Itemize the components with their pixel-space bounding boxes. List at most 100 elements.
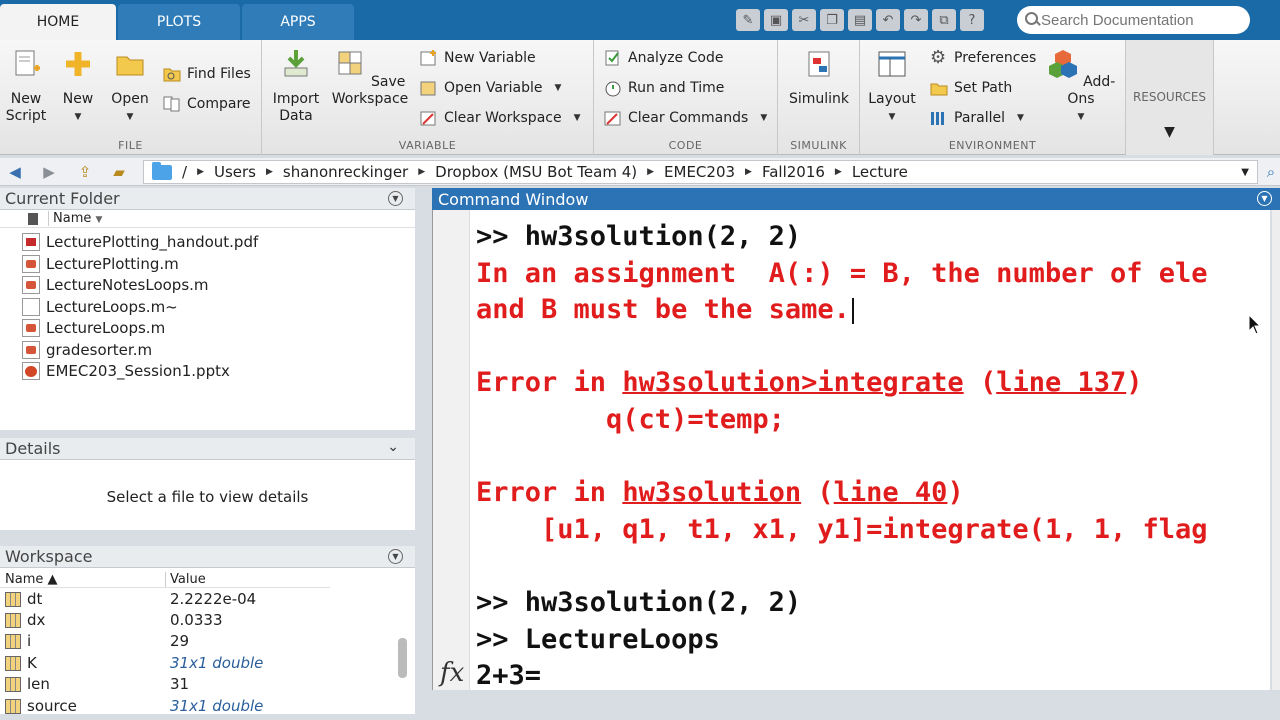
name-column-header[interactable]: Name ▼ <box>48 211 102 226</box>
command-window[interactable]: >> hw3solution(2, 2) In an assignment A(:… <box>432 210 1270 690</box>
environment-group-label: ENVIRONMENT <box>948 139 1037 152</box>
new-button[interactable]: New ▼ <box>58 48 98 126</box>
workspace-row[interactable]: dx 0.0333 <box>5 610 395 631</box>
quick-access-toolbar: ✎ ▣ ✂ ❐ ▤ ↶ ↷ ⧉ ? <box>736 8 984 32</box>
variable-icon <box>5 612 21 628</box>
tab-home[interactable]: HOME <box>0 4 116 40</box>
redo-icon[interactable]: ↷ <box>904 9 928 31</box>
search-icon <box>1023 11 1041 29</box>
copy-icon[interactable]: ❐ <box>820 9 844 31</box>
forward-arrow-icon[interactable]: ▶ <box>36 162 62 182</box>
resources-label: RESOURCES <box>1132 90 1207 104</box>
layout-button[interactable]: Layout ▼ <box>868 48 916 126</box>
file-row[interactable]: LectureLoops.m~ <box>22 296 178 317</box>
chevron-right-icon: ▶ <box>745 167 752 177</box>
chevron-down-icon[interactable]: ▼ <box>760 113 767 123</box>
new-variable-button[interactable]: New Variable <box>420 46 536 70</box>
file-row[interactable]: LecturePlotting.m <box>22 253 179 274</box>
analyze-code-button[interactable]: Analyze Code <box>604 46 723 70</box>
command-window-header: Command Window ▼ <box>432 188 1280 210</box>
chevron-down-icon[interactable]: ▼ <box>555 83 562 93</box>
file-row[interactable]: LecturePlotting_handout.pdf <box>22 231 258 252</box>
workspace-row[interactable]: i 29 <box>5 631 395 652</box>
new-script-button[interactable]: New Script <box>4 48 48 125</box>
chevron-down-icon[interactable]: ▼ <box>1017 113 1024 123</box>
error-link[interactable]: line 40 <box>834 477 948 508</box>
run-and-time-button[interactable]: Run and Time <box>604 76 724 100</box>
m-file-icon <box>22 340 40 359</box>
compare-button[interactable]: Compare <box>163 92 251 116</box>
pdf-file-icon <box>22 232 40 251</box>
path-segment[interactable]: EMEC203 <box>664 163 735 181</box>
clear-workspace-button[interactable]: Clear Workspace ▼ <box>420 106 581 130</box>
preferences-label: Preferences <box>954 50 1037 66</box>
open-variable-button[interactable]: Open Variable ▼ <box>420 76 561 100</box>
undo-icon[interactable]: ↶ <box>876 9 900 31</box>
details-header[interactable]: Details ⌄ <box>0 438 415 460</box>
workspace-scrollbar[interactable] <box>398 638 407 678</box>
paste-icon[interactable]: ▤ <box>848 9 872 31</box>
workspace-column-header[interactable]: Name ▲ Value <box>0 572 330 588</box>
panel-menu-icon[interactable]: ▼ <box>1257 191 1272 206</box>
set-path-icon <box>930 83 948 96</box>
workspace-row[interactable]: dt 2.2222e-04 <box>5 589 395 610</box>
error-link[interactable]: line 137 <box>996 367 1126 398</box>
open-variable-label: Open Variable <box>444 80 543 96</box>
command-window-scrollbar[interactable] <box>1272 210 1280 690</box>
tab-apps[interactable]: APPS <box>242 4 354 40</box>
search-input[interactable] <box>1041 11 1241 29</box>
file-row[interactable]: LectureNotesLoops.m <box>22 274 209 295</box>
panel-menu-icon[interactable]: ▼ <box>388 191 403 206</box>
find-files-button[interactable]: Find Files <box>163 62 251 86</box>
file-row[interactable]: LectureLoops.m <box>22 317 165 338</box>
clear-commands-button[interactable]: Clear Commands ▼ <box>604 106 767 130</box>
resources-group[interactable]: RESOURCES ▼ <box>1126 40 1214 155</box>
workspace-row[interactable]: K 31x1 double <box>5 653 395 674</box>
set-path-button[interactable]: Set Path <box>930 76 1012 100</box>
parallel-button[interactable]: Parallel ▼ <box>930 106 1024 130</box>
preferences-button[interactable]: ⚙ Preferences <box>930 46 1036 70</box>
file-row[interactable]: EMEC203_Session1.pptx <box>22 360 230 381</box>
gear-icon: ⚙ <box>930 47 947 68</box>
path-root[interactable]: / <box>182 163 187 181</box>
path-segment[interactable]: Lecture <box>852 163 908 181</box>
new-file-icon[interactable]: ✎ <box>736 9 760 31</box>
path-history-dropdown-icon[interactable]: ▼ <box>1241 167 1249 178</box>
tab-plots[interactable]: PLOTS <box>118 4 240 40</box>
chevron-down-icon[interactable]: ▼ <box>574 113 581 123</box>
name-column-header[interactable]: Name ▲ <box>5 572 57 587</box>
value-column-header[interactable]: Value <box>165 572 206 587</box>
simulink-button[interactable]: Simulink <box>788 48 850 108</box>
error-link[interactable]: hw3solution>integrate <box>622 367 963 398</box>
add-ons-button[interactable]: Add-Ons ▼ <box>1046 48 1116 126</box>
search-box[interactable] <box>1017 6 1250 34</box>
up-folder-icon[interactable]: ⇪ <box>72 162 98 182</box>
workspace-panel: Name ▲ Value dt 2.2222e-04 dx 0.0333 i 2… <box>0 568 415 714</box>
help-icon[interactable]: ? <box>960 9 984 31</box>
search-folder-icon[interactable]: ⌕ <box>1258 162 1280 182</box>
file-list-header[interactable]: Name ▼ <box>0 210 415 228</box>
error-text: ( <box>801 477 834 509</box>
file-row[interactable]: gradesorter.m <box>22 339 152 360</box>
path-segment[interactable]: Fall2016 <box>762 163 825 181</box>
error-link[interactable]: hw3solution <box>622 477 801 508</box>
back-arrow-icon[interactable]: ◀ <box>2 162 28 182</box>
cut-icon[interactable]: ✂ <box>792 9 816 31</box>
path-segment[interactable]: Users <box>214 163 256 181</box>
current-path[interactable]: / ▶ Users ▶ shanonreckinger ▶ Dropbox (M… <box>143 160 1258 184</box>
workspace-row[interactable]: len 31 <box>5 674 395 695</box>
panel-menu-icon[interactable]: ▼ <box>388 549 403 564</box>
chevron-down-icon[interactable]: ⌄ <box>387 439 399 455</box>
import-data-button[interactable]: Import Data <box>270 48 322 125</box>
open-button[interactable]: Open ▼ <box>108 48 152 126</box>
workspace-row[interactable]: source 31x1 double <box>5 696 395 714</box>
save-icon[interactable]: ▣ <box>764 9 788 31</box>
path-segment[interactable]: shanonreckinger <box>283 163 408 181</box>
import-data-icon <box>284 50 308 77</box>
switch-windows-icon[interactable]: ⧉ <box>932 9 956 31</box>
compare-icon <box>163 96 180 112</box>
browse-folder-icon[interactable]: ▰ <box>106 162 132 182</box>
save-workspace-button[interactable]: Save Workspace <box>330 48 410 108</box>
function-browser-icon[interactable]: fx <box>440 658 464 688</box>
path-segment[interactable]: Dropbox (MSU Bot Team 4) <box>435 163 637 181</box>
